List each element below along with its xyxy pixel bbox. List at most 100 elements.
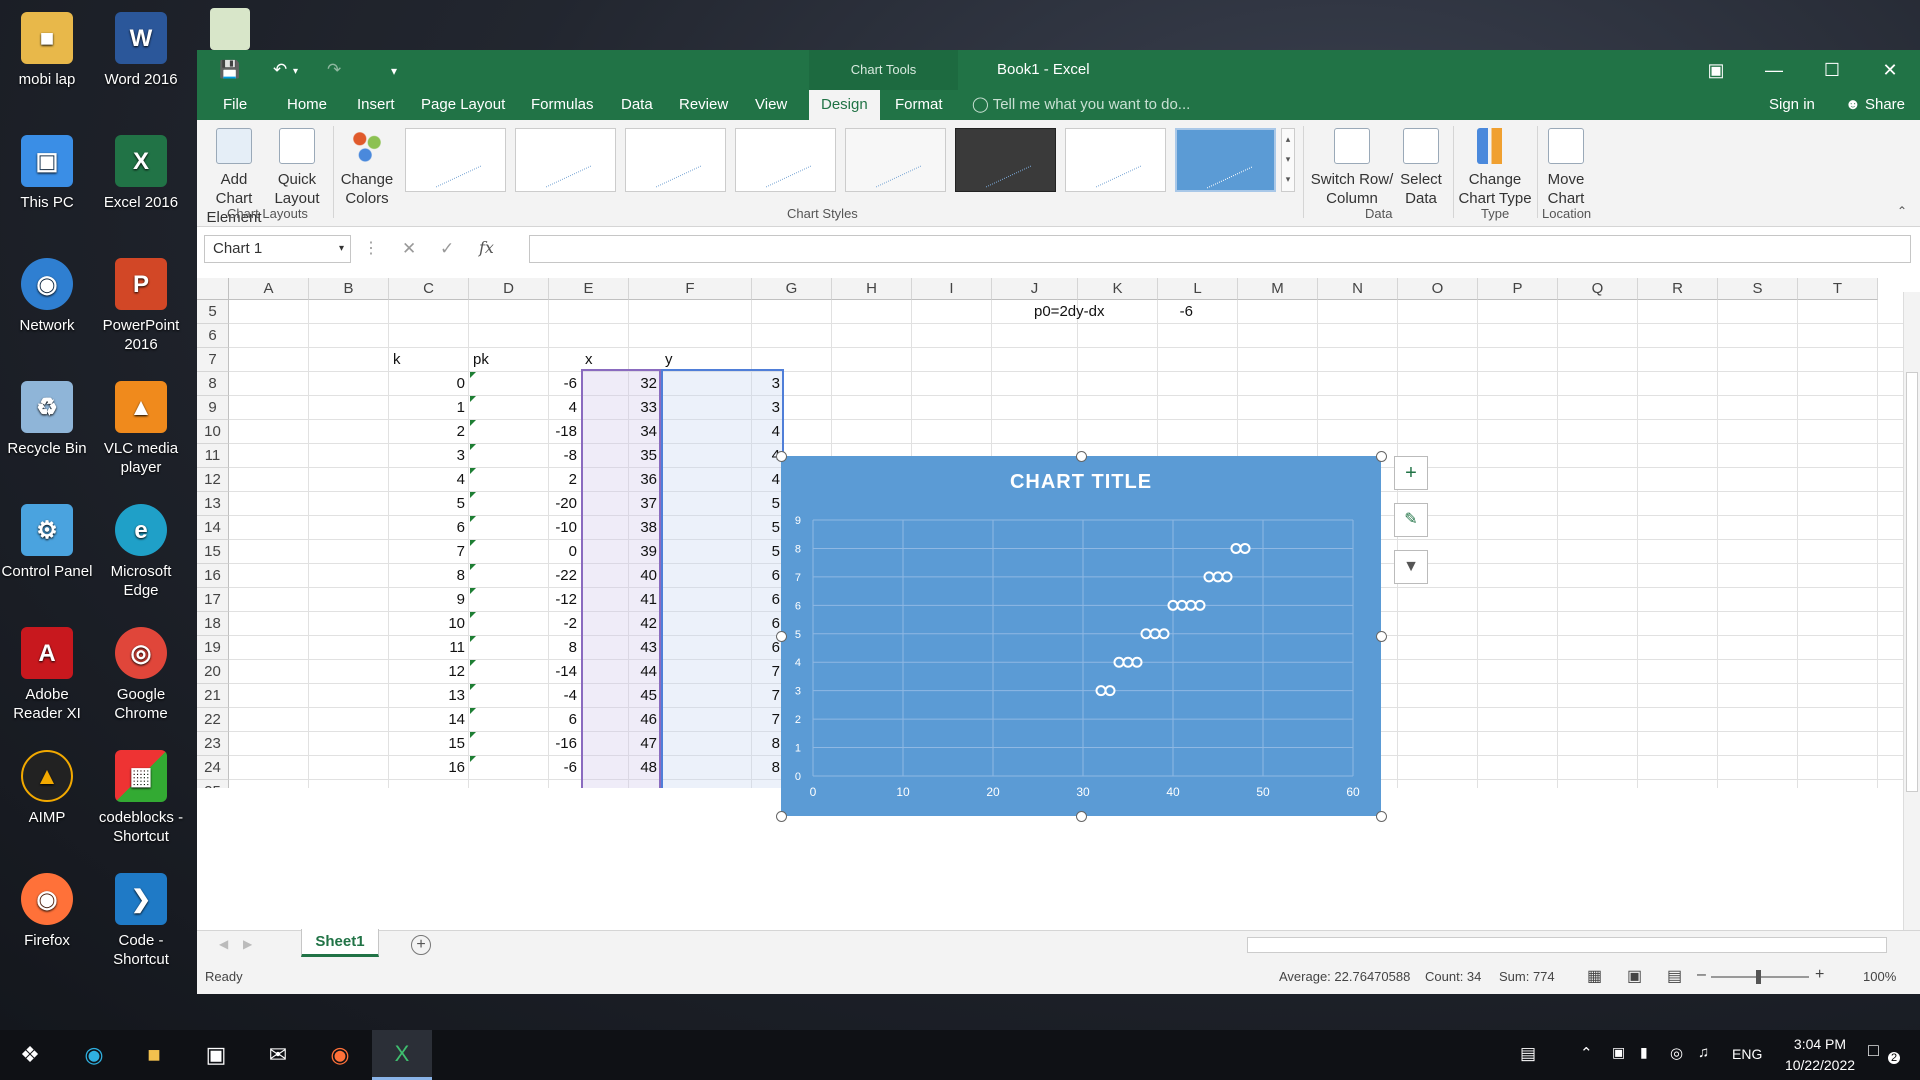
minimize-button[interactable]: — bbox=[1745, 50, 1803, 90]
page-layout-view-icon[interactable]: ▣ bbox=[1627, 966, 1642, 986]
column-header-t[interactable]: T bbox=[1798, 278, 1878, 300]
cell-pk[interactable]: -14 bbox=[469, 660, 581, 684]
cell-pk[interactable]: 0 bbox=[469, 540, 581, 564]
row-header-12[interactable]: 12 bbox=[197, 468, 229, 492]
styles-scroll-icon[interactable]: ▴ ▾ ▾ bbox=[1281, 128, 1295, 192]
chart-style-8[interactable] bbox=[1175, 128, 1276, 192]
chart-filters-button[interactable]: ▼ bbox=[1394, 550, 1428, 584]
cell-k[interactable]: 8 bbox=[389, 564, 469, 588]
tab-design[interactable]: Design bbox=[809, 90, 880, 120]
cell-pk[interactable]: -6 bbox=[469, 756, 581, 780]
normal-view-icon[interactable]: ▦ bbox=[1587, 966, 1602, 986]
desktop-icon-excel[interactable]: X Excel 2016 bbox=[94, 135, 188, 212]
cell-y[interactable]: 5 bbox=[661, 540, 784, 564]
chevron-up-icon[interactable]: ⌃ bbox=[1580, 1044, 1593, 1062]
formula-input[interactable] bbox=[529, 235, 1911, 263]
chart-style-7[interactable] bbox=[1065, 128, 1166, 192]
move-chart-button[interactable]: Move Chart bbox=[1541, 128, 1591, 208]
tab-home[interactable]: Home bbox=[275, 90, 339, 120]
desktop-icon-control-panel[interactable]: ⚙ Control Panel bbox=[0, 504, 94, 581]
customize-qat-icon[interactable]: ▾ bbox=[391, 64, 397, 78]
desktop-icon-this-pc[interactable]: ▣ This PC bbox=[0, 135, 94, 212]
cell-y[interactable]: 3 bbox=[661, 372, 784, 396]
battery-icon[interactable]: ▮ bbox=[1640, 1044, 1648, 1061]
quick-layout-button[interactable]: Quick Layout bbox=[269, 128, 325, 208]
taskbar-excel[interactable]: X bbox=[372, 1030, 432, 1080]
prev-sheet-icon[interactable]: ◀ bbox=[219, 937, 228, 951]
header-k[interactable]: k bbox=[389, 348, 405, 372]
chart-styles-button[interactable]: ✎ bbox=[1394, 503, 1428, 537]
cell-x[interactable]: 34 bbox=[581, 420, 661, 444]
cell-k[interactable]: 14 bbox=[389, 708, 469, 732]
cell-pk[interactable]: -10 bbox=[469, 516, 581, 540]
news-widget-icon[interactable]: ▤ bbox=[1520, 1044, 1536, 1064]
cell-k[interactable]: 10 bbox=[389, 612, 469, 636]
taskbar-firefox[interactable]: ◉ bbox=[310, 1030, 370, 1080]
undo-icon[interactable]: ↶ bbox=[273, 60, 287, 80]
row-header-13[interactable]: 13 bbox=[197, 492, 229, 516]
row-header-16[interactable]: 16 bbox=[197, 564, 229, 588]
column-header-k[interactable]: K bbox=[1078, 278, 1158, 300]
ribbon-display-options-icon[interactable]: ▣ bbox=[1687, 50, 1745, 90]
change-colors-button[interactable]: Change Colors bbox=[337, 128, 397, 208]
chart-style-1[interactable] bbox=[405, 128, 506, 192]
cell-y[interactable]: 7 bbox=[661, 708, 784, 732]
cell-k[interactable]: 13 bbox=[389, 684, 469, 708]
cell-y[interactable]: 6 bbox=[661, 612, 784, 636]
header-x[interactable]: x bbox=[581, 348, 597, 372]
column-header-b[interactable]: B bbox=[309, 278, 389, 300]
close-button[interactable]: ✕ bbox=[1861, 50, 1919, 90]
tab-file[interactable]: File bbox=[211, 90, 259, 120]
row-header-24[interactable]: 24 bbox=[197, 756, 229, 780]
cell-y[interactable]: 6 bbox=[661, 636, 784, 660]
cancel-icon[interactable]: ✕ bbox=[402, 239, 416, 259]
cell-k[interactable]: 15 bbox=[389, 732, 469, 756]
cell-y[interactable]: 7 bbox=[661, 660, 784, 684]
cell-k[interactable]: 3 bbox=[389, 444, 469, 468]
cell-x[interactable]: 43 bbox=[581, 636, 661, 660]
volume-icon[interactable]: ♫ bbox=[1698, 1044, 1709, 1061]
desktop-icon-codeblocks[interactable]: ▦ codeblocks - Shortcut bbox=[94, 750, 188, 846]
network-globe-icon[interactable]: ◎ bbox=[1670, 1044, 1683, 1062]
cell-x[interactable]: 40 bbox=[581, 564, 661, 588]
column-header-j[interactable]: J bbox=[992, 278, 1078, 300]
resize-handle-w[interactable] bbox=[776, 631, 787, 642]
taskbar-edge[interactable]: ◉ bbox=[64, 1030, 124, 1080]
row-header-19[interactable]: 19 bbox=[197, 636, 229, 660]
cell-y[interactable]: 4 bbox=[661, 468, 784, 492]
cell-k[interactable]: 2 bbox=[389, 420, 469, 444]
row-header-15[interactable]: 15 bbox=[197, 540, 229, 564]
row-header-8[interactable]: 8 bbox=[197, 372, 229, 396]
column-header-p[interactable]: P bbox=[1478, 278, 1558, 300]
notifications-icon[interactable]: □ bbox=[1868, 1040, 1879, 1061]
cell-pk[interactable]: 4 bbox=[469, 396, 581, 420]
row-header-25[interactable]: 25 bbox=[197, 780, 229, 788]
cell-k5[interactable]: -6 bbox=[1117, 300, 1197, 324]
column-header-d[interactable]: D bbox=[469, 278, 549, 300]
row-header-9[interactable]: 9 bbox=[197, 396, 229, 420]
cell-x[interactable]: 46 bbox=[581, 708, 661, 732]
desktop-icon-firefox[interactable]: ◉ Firefox bbox=[0, 873, 94, 950]
desktop-icon-network[interactable]: ◉ Network bbox=[0, 258, 94, 335]
cell-x[interactable]: 44 bbox=[581, 660, 661, 684]
cell-x[interactable]: 38 bbox=[581, 516, 661, 540]
cell-pk[interactable]: -4 bbox=[469, 684, 581, 708]
name-box[interactable]: Chart 1 ▾ bbox=[204, 235, 351, 263]
tab-format[interactable]: Format bbox=[883, 90, 955, 120]
row-header-6[interactable]: 6 bbox=[197, 324, 229, 348]
meet-now-icon[interactable]: ▣ bbox=[1612, 1044, 1625, 1061]
tab-insert[interactable]: Insert bbox=[345, 90, 407, 120]
row-header-18[interactable]: 18 bbox=[197, 612, 229, 636]
cell-pk[interactable]: -22 bbox=[469, 564, 581, 588]
select-data-button[interactable]: Select Data bbox=[1397, 128, 1445, 208]
cell-pk[interactable]: -12 bbox=[469, 588, 581, 612]
clock[interactable]: 3:04 PM 10/22/2022 bbox=[1770, 1034, 1870, 1076]
cell-k[interactable]: 16 bbox=[389, 756, 469, 780]
taskbar-store[interactable]: ▣ bbox=[186, 1030, 246, 1080]
language-indicator[interactable]: ENG bbox=[1732, 1046, 1762, 1062]
cell-k[interactable]: 1 bbox=[389, 396, 469, 420]
collapse-ribbon-icon[interactable]: ⌃ bbox=[1897, 204, 1907, 218]
cell-x[interactable]: 48 bbox=[581, 756, 661, 780]
zoom-out-icon[interactable]: – bbox=[1697, 966, 1706, 984]
cell-pk[interactable]: -16 bbox=[469, 732, 581, 756]
